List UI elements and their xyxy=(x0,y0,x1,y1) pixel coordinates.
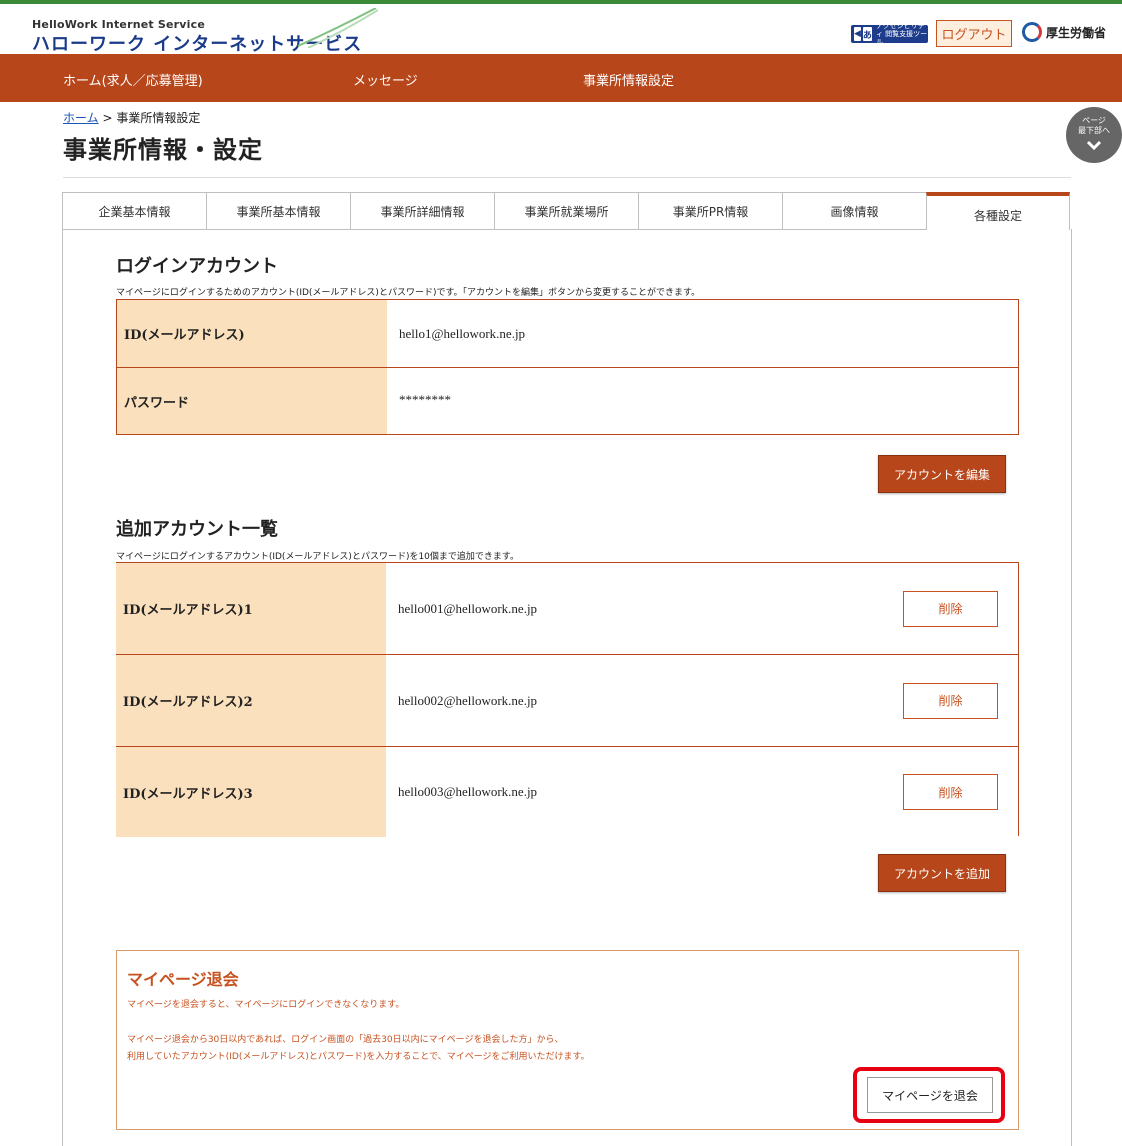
password-value: ******** xyxy=(399,392,451,407)
withdraw-section: マイページ退会 マイページを退会すると、マイページにログインできなくなります。 … xyxy=(116,950,1019,1130)
additional-accounts-table: ID(メールアドレス)1 hello001@hellowork.ne.jp 削除… xyxy=(116,562,1019,837)
withdraw-button[interactable]: マイページを退会 xyxy=(867,1077,993,1113)
additional-id-value-3: hello003@hellowork.ne.jp xyxy=(398,784,538,799)
ministry-name: 厚生労働省 xyxy=(1046,25,1107,40)
additional-accounts-note: マイページにログインするアカウント(ID(メールアドレス)とパスワード)を10個… xyxy=(116,552,520,562)
withdraw-text-1: マイページを退会すると、マイページにログインできなくなります。 xyxy=(127,1000,405,1010)
table-row: ID(メールアドレス)2 hello002@hellowork.ne.jp 削除 xyxy=(116,654,1018,746)
nav-item-home[interactable]: ホーム(求人／応募管理) xyxy=(63,70,203,89)
logout-button[interactable]: ログアウト xyxy=(936,20,1012,47)
breadcrumb-current: 事業所情報設定 xyxy=(116,111,201,125)
text-size-icon: あ xyxy=(862,27,872,41)
page-bottom-button[interactable]: ページ 最下部へ xyxy=(1066,107,1122,163)
id-label: ID(メールアドレス) xyxy=(117,300,387,367)
tab-company-basic[interactable]: 企業基本情報 xyxy=(62,192,206,230)
title-divider xyxy=(63,177,1071,178)
table-row: ID(メールアドレス)1 hello001@hellowork.ne.jp 削除 xyxy=(116,563,1018,654)
edit-account-button[interactable]: アカウントを編集 xyxy=(878,455,1006,493)
nav-item-office-settings[interactable]: 事業所情報設定 xyxy=(583,70,674,89)
tab-settings[interactable]: 各種設定 xyxy=(926,192,1070,230)
additional-id-label-3: ID(メールアドレス)3 xyxy=(116,747,386,837)
delete-button-2[interactable]: 削除 xyxy=(903,682,998,719)
additional-accounts-title: 追加アカウント一覧 xyxy=(116,519,278,540)
tab-office-pr[interactable]: 事業所PR情報 xyxy=(638,192,782,230)
table-row: パスワード ******** xyxy=(117,367,1018,434)
ministry-mark-icon xyxy=(1022,22,1042,42)
withdraw-text-3: 利用していたアカウント(ID(メールアドレス)とパスワード)を入力することで、マ… xyxy=(127,1052,590,1062)
breadcrumb-home-link[interactable]: ホーム xyxy=(63,111,99,125)
withdraw-title: マイページ退会 xyxy=(127,970,239,989)
chevron-down-icon xyxy=(1066,138,1122,154)
additional-id-value-2: hello002@hellowork.ne.jp xyxy=(398,692,538,708)
withdraw-text-2: マイページ退会から30日以内であれば、ログイン画面の「過去30日以内にマイページ… xyxy=(127,1035,564,1045)
accessibility-label: アクセシビリティ 閲覧支援ツール xyxy=(875,22,928,46)
breadcrumb-separator: > xyxy=(98,111,117,125)
delete-button-1[interactable]: 削除 xyxy=(903,590,998,627)
table-row: ID(メールアドレス)3 hello003@hellowork.ne.jp 削除 xyxy=(116,746,1018,837)
additional-id-value-1: hello001@hellowork.ne.jp xyxy=(398,600,538,616)
id-value: hello1@hellowork.ne.jp xyxy=(399,326,526,341)
logo-swoosh-graphic xyxy=(298,8,378,48)
table-row: ID(メールアドレス) hello1@hellowork.ne.jp xyxy=(117,300,1018,367)
main-nav: ホーム(求人／応募管理) メッセージ 事業所情報設定 xyxy=(0,54,1122,102)
withdraw-button-highlight: マイページを退会 xyxy=(853,1067,1005,1123)
speaker-icon: ◀ xyxy=(854,27,861,41)
page-title: 事業所情報・設定 xyxy=(63,136,263,164)
additional-id-cell-3: hello003@hellowork.ne.jp 削除 xyxy=(386,747,1018,837)
page-bottom-label-2: 最下部へ xyxy=(1078,126,1110,135)
delete-button-3[interactable]: 削除 xyxy=(903,774,998,810)
header-top-line xyxy=(0,0,1122,4)
tab-images[interactable]: 画像情報 xyxy=(782,192,926,230)
tab-bar: 企業基本情報 事業所基本情報 事業所詳細情報 事業所就業場所 事業所PR情報 画… xyxy=(62,192,1072,230)
tab-office-workplace[interactable]: 事業所就業場所 xyxy=(494,192,638,230)
accessibility-tool-button[interactable]: ◀ あ アクセシビリティ 閲覧支援ツール xyxy=(851,22,928,46)
additional-id-cell-2: hello002@hellowork.ne.jp 削除 xyxy=(386,655,1018,746)
tab-office-basic[interactable]: 事業所基本情報 xyxy=(206,192,350,230)
password-label: パスワード xyxy=(117,368,387,434)
breadcrumb: ホーム > 事業所情報設定 xyxy=(63,109,200,126)
page-bottom-label-1: ページ xyxy=(1082,116,1106,125)
login-account-note: マイページにログインするためのアカウント(ID(メールアドレス)とパスワード)で… xyxy=(116,288,701,298)
login-account-title: ログインアカウント xyxy=(116,256,278,277)
additional-id-cell-1: hello001@hellowork.ne.jp 削除 xyxy=(386,563,1018,654)
tab-office-detail[interactable]: 事業所詳細情報 xyxy=(350,192,494,230)
login-account-table: ID(メールアドレス) hello1@hellowork.ne.jp パスワード… xyxy=(116,299,1019,435)
additional-id-label-2: ID(メールアドレス)2 xyxy=(116,655,386,746)
ministry-logo[interactable]: 厚生労働省 xyxy=(1022,22,1106,42)
add-account-button[interactable]: アカウントを追加 xyxy=(878,854,1006,892)
nav-item-messages[interactable]: メッセージ xyxy=(353,70,418,89)
additional-id-label-1: ID(メールアドレス)1 xyxy=(116,563,386,654)
